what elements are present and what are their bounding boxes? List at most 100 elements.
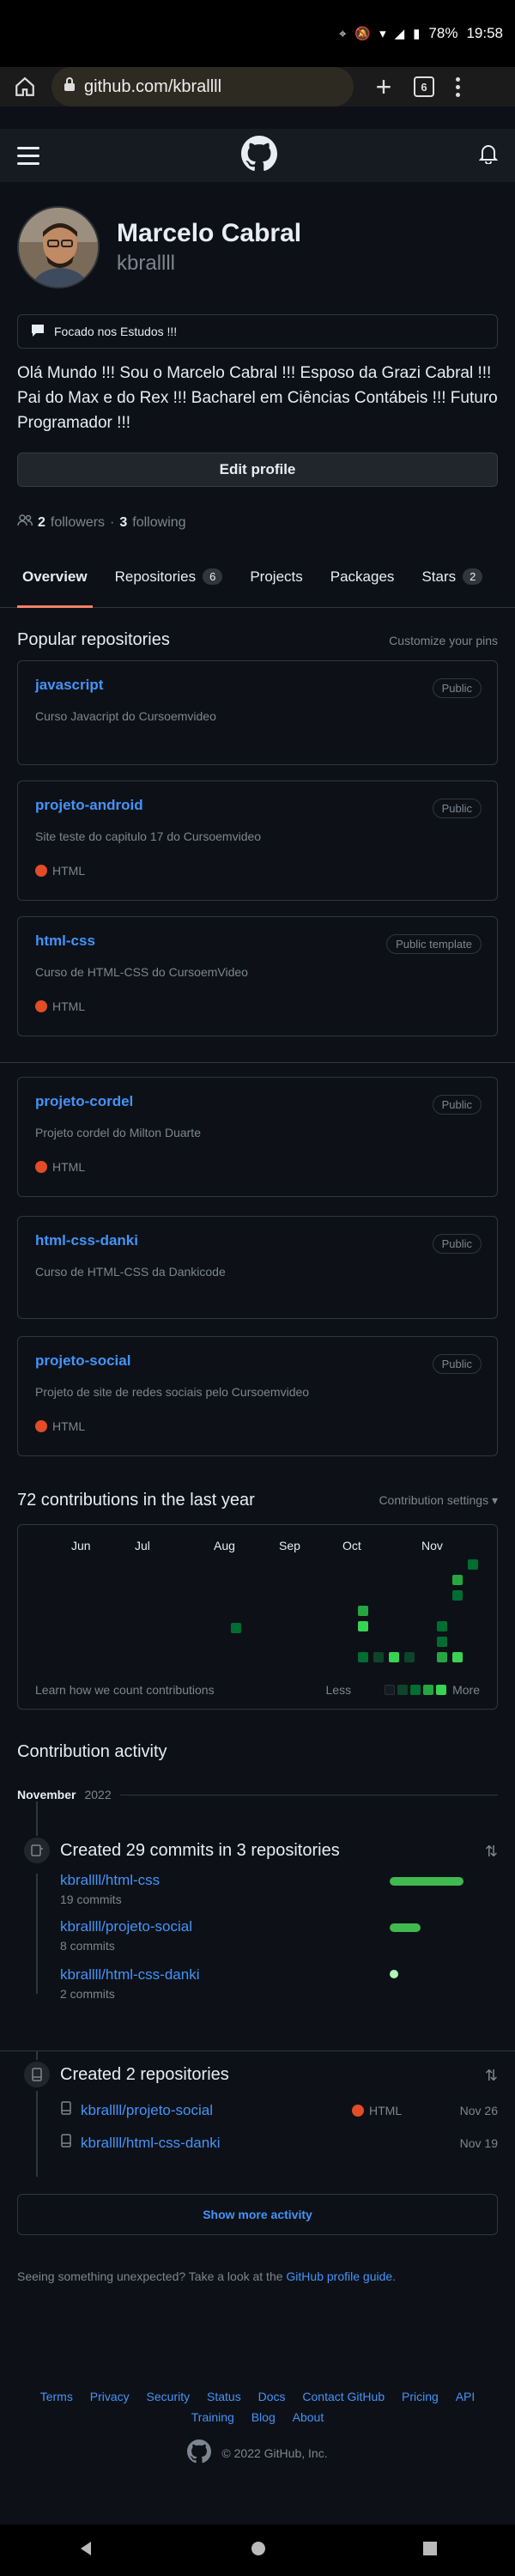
footer-link-api[interactable]: API (456, 2390, 476, 2403)
tab-switcher-button[interactable]: 6 (414, 76, 434, 97)
contribution-day[interactable] (231, 1623, 241, 1633)
commit-repo-link[interactable]: kbrallll/html-css-danki (60, 1966, 199, 1984)
footer-link-contact[interactable]: Contact GitHub (302, 2390, 385, 2403)
footer-link-blog[interactable]: Blog (251, 2410, 276, 2424)
followers-count[interactable]: 2 (38, 515, 45, 531)
language-color-dot (35, 1161, 47, 1173)
status-text: Focado nos Estudos !!! (54, 325, 178, 338)
footer-copyright: © 2022 GitHub, Inc. (0, 2439, 515, 2466)
contribution-day[interactable] (437, 1621, 447, 1631)
home-icon[interactable] (9, 70, 41, 103)
contribution-settings-button[interactable]: Contribution settings ▾ (379, 1493, 498, 1508)
contribution-day[interactable] (373, 1652, 384, 1662)
new-tab-button[interactable]: + (364, 71, 403, 103)
tab-packages[interactable]: Packages (325, 560, 400, 608)
repo-card: projeto-cordel Public Projeto cordel do … (17, 1077, 498, 1197)
tab-counter: 2 (463, 568, 483, 585)
tab-counter: 6 (203, 568, 223, 585)
contribution-day[interactable] (358, 1621, 368, 1631)
mute-icon: 🔕 (354, 27, 372, 41)
edit-profile-button[interactable]: Edit profile (17, 453, 498, 487)
contribution-legend: Less More (326, 1683, 480, 1697)
section-divider (0, 1062, 515, 1063)
profile-guide-link[interactable]: GitHub profile guide (286, 2269, 392, 2283)
footer-link-terms[interactable]: Terms (40, 2390, 73, 2403)
browser-menu-icon[interactable] (445, 76, 470, 97)
repo-card: projeto-android Public Site teste do cap… (17, 781, 498, 901)
address-bar[interactable]: github.com/kbrallll (52, 67, 354, 106)
language-name: HTML (52, 999, 86, 1013)
home-circle-icon[interactable] (250, 2540, 267, 2561)
menu-icon[interactable] (17, 146, 39, 165)
repo-link[interactable]: javascript (35, 677, 480, 694)
repo-card: projeto-social Public Projeto de site de… (17, 1336, 498, 1456)
repo-card: html-css-danki Public Curso de HTML-CSS … (17, 1216, 498, 1319)
repo-link[interactable]: html-css-danki (35, 1232, 480, 1249)
contribution-day[interactable] (452, 1575, 463, 1585)
profile-tabs: Overview Repositories 6 Projects Packages… (0, 560, 515, 608)
commit-repo-link[interactable]: kbrallll/projeto-social (60, 1918, 192, 1935)
footer-link-training[interactable]: Training (191, 2410, 234, 2424)
contribution-day[interactable] (358, 1606, 368, 1616)
created-repo-link[interactable]: kbrallll/html-css-danki (81, 2135, 352, 2152)
created-repo-link[interactable]: kbrallll/projeto-social (81, 2102, 352, 2119)
month-label: Nov (421, 1539, 443, 1552)
popular-repos-header: Popular repositories Customize your pins (0, 630, 515, 650)
repo-card: html-css Public template Curso de HTML-C… (17, 916, 498, 1036)
contribution-day[interactable] (437, 1652, 447, 1662)
tab-overview[interactable]: Overview (17, 560, 93, 608)
repo-link[interactable]: projeto-android (35, 797, 480, 814)
contribution-graph: Jun Jul Aug Sep Oct Nov Learn how we cou… (17, 1524, 498, 1710)
created-date: Nov 26 (459, 2103, 498, 2117)
contribution-day[interactable] (452, 1652, 463, 1662)
repos-summary: Created 2 repositories (60, 2065, 229, 2084)
commit-count-link[interactable]: 19 commits (60, 1893, 122, 1906)
lock-icon (64, 76, 76, 97)
contribution-day[interactable] (389, 1652, 399, 1662)
github-mark-icon[interactable] (187, 2439, 212, 2466)
collapse-toggle-icon[interactable]: ⇅ (485, 2067, 498, 2085)
legend-level-3 (423, 1685, 434, 1695)
profile-guide-note: Seeing something unexpected? Take a look… (17, 2269, 498, 2283)
footer-link-pricing[interactable]: Pricing (402, 2390, 439, 2403)
repo-link[interactable]: projeto-cordel (35, 1093, 480, 1110)
footer-link-security[interactable]: Security (147, 2390, 191, 2403)
contribution-day[interactable] (404, 1652, 415, 1662)
footer-link-status[interactable]: Status (207, 2390, 241, 2403)
footer-link-about[interactable]: About (293, 2410, 324, 2424)
separator-dot: · (110, 514, 115, 530)
following-count[interactable]: 3 (119, 515, 127, 531)
learn-contributions-link[interactable]: Learn how we count contributions (35, 1683, 215, 1697)
notifications-icon[interactable] (478, 143, 499, 168)
contribution-day[interactable] (437, 1637, 447, 1647)
clock: 19:58 (466, 25, 503, 41)
commit-count-link[interactable]: 8 commits (60, 1939, 115, 1953)
contribution-day[interactable] (358, 1652, 368, 1662)
wifi-icon: ▾ (379, 27, 386, 41)
customize-pins-link[interactable]: Customize your pins (389, 634, 498, 647)
tab-projects[interactable]: Projects (245, 560, 307, 608)
recents-icon[interactable] (422, 2541, 438, 2561)
tab-repositories[interactable]: Repositories 6 (110, 560, 228, 608)
commit-count-link[interactable]: 2 commits (60, 1987, 115, 2001)
tab-stars[interactable]: Stars 2 (416, 560, 488, 608)
show-more-activity-button[interactable]: Show more activity (17, 2194, 498, 2235)
footer-link-privacy[interactable]: Privacy (90, 2390, 130, 2403)
back-icon[interactable] (77, 2540, 94, 2561)
following-link[interactable]: following (132, 515, 185, 531)
github-logo-icon[interactable] (241, 135, 277, 176)
followers-link[interactable]: followers (51, 515, 105, 531)
contribution-day[interactable] (468, 1559, 478, 1570)
profile-status[interactable]: Focado nos Estudos !!! (17, 314, 498, 349)
repo-link[interactable]: projeto-social (35, 1352, 480, 1370)
footer-link-docs[interactable]: Docs (258, 2390, 286, 2403)
commit-repo-link[interactable]: kbrallll/html-css (60, 1872, 160, 1889)
pinned-repos-list: javascript Public Curso Javacript do Cur… (0, 660, 515, 1456)
avatar[interactable] (17, 206, 100, 289)
repo-language: HTML (35, 864, 480, 878)
month-label: Sep (279, 1539, 300, 1552)
legend-more: More (452, 1683, 480, 1697)
url-text: github.com/kbrallll (84, 76, 222, 96)
contribution-day[interactable] (452, 1590, 463, 1601)
collapse-toggle-icon[interactable]: ⇅ (485, 1843, 498, 1861)
